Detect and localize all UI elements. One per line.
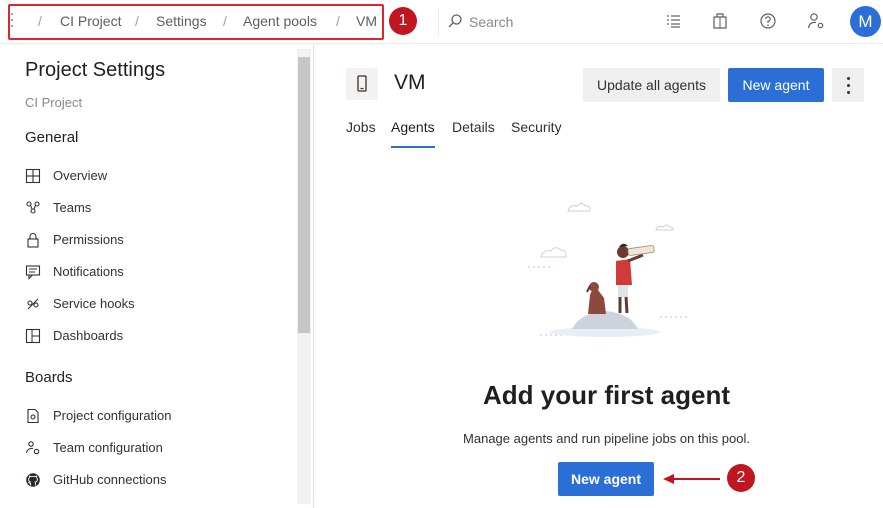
sidebar-item-label: GitHub connections <box>53 472 167 487</box>
pool-icon-container <box>346 68 378 100</box>
annotation-badge-2: 2 <box>727 464 755 492</box>
pool-title: VM <box>394 71 426 94</box>
team-config-icon <box>25 441 40 455</box>
sidebar-item-label: Teams <box>53 200 92 215</box>
user-settings-icon[interactable] <box>806 11 826 31</box>
search-box[interactable] <box>438 8 628 36</box>
tab-jobs[interactable]: Jobs <box>346 119 376 149</box>
sidebar-item-project-configuration[interactable]: Project configuration <box>0 402 296 430</box>
marketplace-bag-icon[interactable] <box>710 11 730 31</box>
sidebar-item-teams[interactable]: Teams <box>0 194 296 222</box>
new-agent-button[interactable]: New agent <box>558 462 654 496</box>
sidebar-title: Project Settings <box>25 59 166 81</box>
tab-security[interactable]: Security <box>511 119 562 149</box>
breadcrumb-separator: / <box>38 13 42 29</box>
avatar[interactable]: M <box>850 6 881 37</box>
overview-icon <box>25 168 41 184</box>
sidebar-item-notifications[interactable]: Notifications <box>0 258 296 286</box>
breadcrumb-settings[interactable]: Settings <box>156 13 207 29</box>
sidebar-item-overview[interactable]: Overview <box>0 162 296 190</box>
lock-icon <box>27 233 39 248</box>
sidebar-item-label: Notifications <box>53 264 124 279</box>
breadcrumb-project[interactable]: CI Project <box>60 13 121 29</box>
annotation-arrow-icon <box>663 474 720 484</box>
dashboard-icon <box>25 328 41 344</box>
phone-icon <box>357 75 367 92</box>
section-boards: Boards <box>25 369 73 386</box>
collapse-nav-icon[interactable] <box>11 13 15 31</box>
notification-icon <box>25 265 41 280</box>
active-tab-indicator <box>391 146 435 148</box>
project-settings-sidebar: Project Settings CI Project General Over… <box>0 45 314 508</box>
help-icon[interactable] <box>758 11 778 31</box>
sidebar-project-name: CI Project <box>25 95 83 110</box>
sidebar-item-github-connections[interactable]: GitHub connections <box>0 466 296 494</box>
tab-details[interactable]: Details <box>452 119 495 149</box>
more-actions-button[interactable] <box>832 68 864 102</box>
sidebar-item-label: Permissions <box>53 232 124 247</box>
sidebar-item-dashboards[interactable]: Dashboards <box>0 322 296 350</box>
breadcrumb-separator: / <box>135 13 139 29</box>
empty-state-title: Add your first agent <box>482 380 730 410</box>
sidebar-scroll-thumb[interactable] <box>298 57 310 333</box>
search-input[interactable] <box>469 12 619 32</box>
tab-agents[interactable]: Agents <box>391 119 435 149</box>
sidebar-item-label: Project configuration <box>53 408 172 423</box>
top-bar: / CI Project / Settings / Agent pools / … <box>0 0 883 44</box>
breadcrumb-vm[interactable]: VM <box>356 13 377 29</box>
section-general: General <box>25 129 79 146</box>
update-all-agents-button[interactable]: Update all agents <box>583 68 720 102</box>
sidebar-item-team-configuration[interactable]: Team configuration <box>0 434 296 462</box>
search-icon <box>448 14 462 28</box>
task-list-icon[interactable] <box>664 11 684 31</box>
annotation-badge-1: 1 <box>389 7 417 35</box>
service-hooks-icon <box>27 298 39 310</box>
github-icon <box>26 473 40 487</box>
new-agent-header-button[interactable]: New agent <box>728 68 824 102</box>
empty-state-description: Manage agents and run pipeline jobs on t… <box>463 431 750 446</box>
teams-icon <box>26 201 40 214</box>
sidebar-item-label: Team configuration <box>53 440 163 455</box>
agent-pool-main: VM Update all agents New agent Jobs Agen… <box>315 45 883 508</box>
sidebar-item-label: Service hooks <box>53 296 135 311</box>
sidebar-scrollbar[interactable] <box>297 49 311 504</box>
sidebar-item-label: Dashboards <box>53 328 124 343</box>
breadcrumb-separator: / <box>336 13 340 29</box>
breadcrumb-separator: / <box>223 13 227 29</box>
breadcrumb-agent-pools[interactable]: Agent pools <box>243 13 317 29</box>
explorer-illustration <box>528 203 688 337</box>
project-config-icon <box>27 408 39 424</box>
sidebar-item-service-hooks[interactable]: Service hooks <box>0 290 296 318</box>
sidebar-item-label: Overview <box>53 168 108 183</box>
sidebar-item-permissions[interactable]: Permissions <box>0 226 296 254</box>
